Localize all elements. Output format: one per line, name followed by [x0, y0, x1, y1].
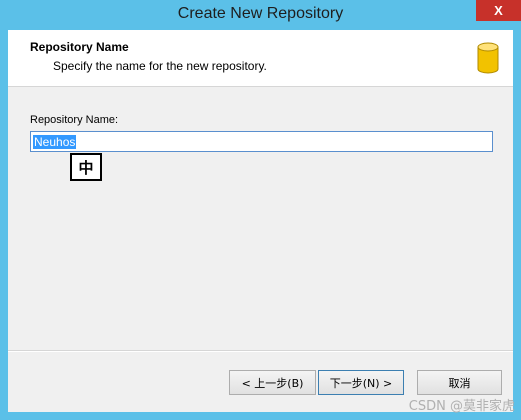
- wizard-header: Repository Name Specify the name for the…: [8, 30, 513, 87]
- title-bar[interactable]: Create New Repository X: [0, 0, 521, 30]
- close-button[interactable]: X: [476, 0, 521, 21]
- repository-name-label: Repository Name:: [30, 114, 119, 126]
- selected-text: Neuhos: [33, 134, 77, 149]
- page-subtitle: Specify the name for the new repository.: [53, 59, 267, 73]
- back-button[interactable]: < 上一步(B): [229, 370, 316, 395]
- watermark: CSDN @莫非家虎: [408, 399, 515, 414]
- page-title: Repository Name: [30, 40, 129, 54]
- window-title: Create New Repository: [177, 5, 344, 22]
- repository-name-input[interactable]: Neuhos: [30, 131, 493, 152]
- cancel-button[interactable]: 取消: [417, 370, 502, 395]
- ime-mode-indicator: 中: [70, 153, 102, 181]
- close-icon: X: [494, 3, 503, 18]
- separator: [8, 350, 513, 352]
- next-button[interactable]: 下一步(N) >: [318, 370, 404, 395]
- database-icon: [477, 42, 499, 74]
- dialog-client: Repository Name Specify the name for the…: [8, 30, 513, 412]
